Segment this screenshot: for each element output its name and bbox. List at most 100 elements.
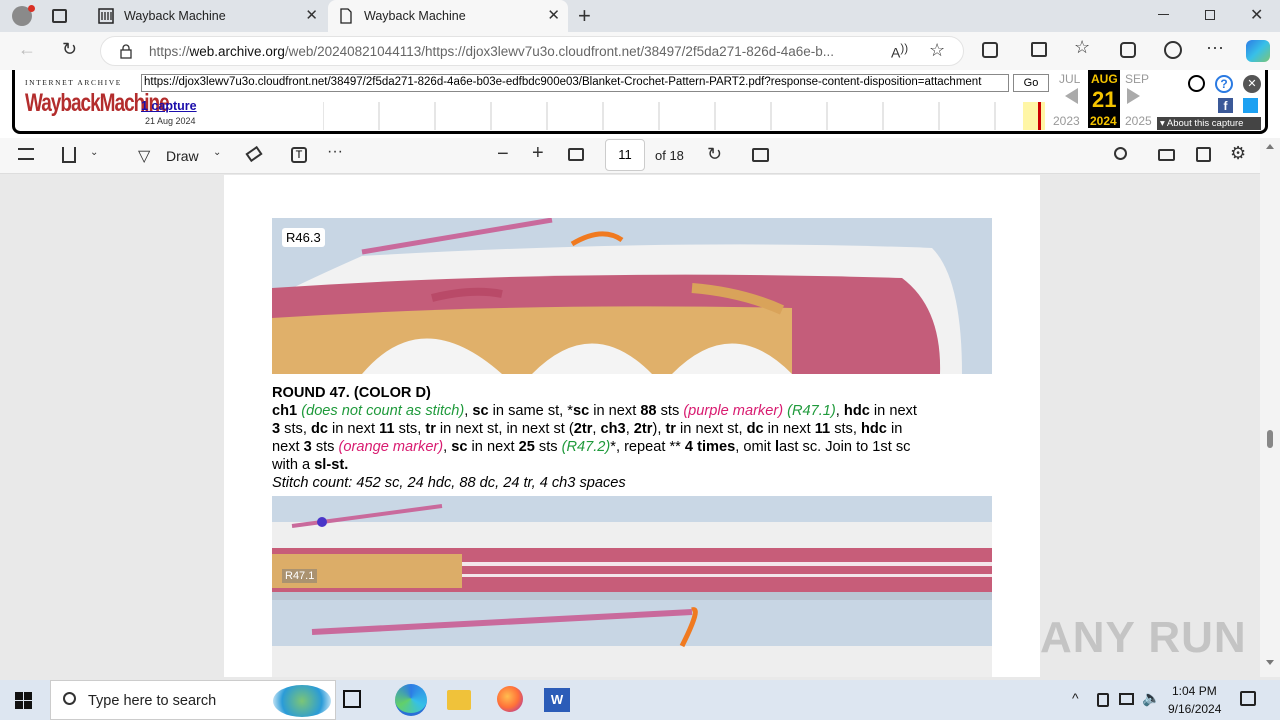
favorites-icon[interactable]: ☆ (1074, 37, 1090, 58)
file-explorer-icon[interactable] (447, 690, 471, 710)
new-tab-button[interactable]: + (578, 3, 591, 29)
prev-month[interactable]: JUL (1059, 72, 1080, 86)
photo-label: R47.1 (282, 569, 318, 583)
highlight-dropdown-icon[interactable]: ⌄ (90, 147, 98, 158)
clock-date[interactable]: 9/16/2024 (1168, 702, 1221, 716)
page-number-input[interactable]: 11 (605, 139, 645, 171)
taskbar-search[interactable]: Type here to search (50, 680, 336, 720)
draw-dropdown-icon[interactable]: ⌄ (213, 147, 221, 158)
user-icon[interactable] (1188, 75, 1205, 92)
prev-arrow-icon[interactable] (1065, 88, 1078, 104)
crochet-photo-r46-3: R46.3 (272, 218, 992, 374)
word-icon[interactable]: W (544, 688, 570, 712)
current-year: 2024 (1090, 114, 1117, 128)
photo-label: R46.3 (282, 228, 325, 247)
firefox-icon[interactable] (497, 686, 523, 712)
prev-year[interactable]: 2023 (1053, 114, 1080, 128)
instruction-line-4: with a sl-st. (272, 457, 349, 473)
search-icon (63, 692, 76, 705)
more-menu-icon[interactable]: ··· (1206, 37, 1224, 58)
print-icon[interactable] (1158, 149, 1175, 161)
draw-icon[interactable]: ▽ (138, 146, 150, 166)
pdf-toolbar: ⌄ ▽ Draw ⌄ T ··· − + 11 of 18 ↻ ⚙ (0, 138, 1280, 174)
url-text: https://web.archive.org/web/202408210441… (149, 44, 835, 59)
next-arrow-icon[interactable] (1127, 88, 1140, 104)
captures-link[interactable]: 1 capture (141, 99, 197, 113)
zoom-in-button[interactable]: + (532, 142, 544, 165)
zoom-out-button[interactable]: − (497, 143, 509, 166)
help-icon[interactable]: ? (1215, 75, 1233, 93)
anyrun-watermark: ANY RUN (1040, 613, 1247, 662)
capture-sparkline[interactable] (323, 102, 1053, 130)
search-placeholder: Type here to search (88, 693, 217, 709)
scroll-down-icon[interactable] (1266, 660, 1274, 665)
split-screen-icon[interactable] (1031, 42, 1047, 57)
notification-icon[interactable] (1240, 691, 1256, 706)
tray-chevron-icon[interactable]: ^ (1072, 690, 1079, 706)
contents-icon[interactable] (18, 148, 34, 160)
fit-page-icon[interactable] (568, 148, 584, 161)
about-capture-button[interactable]: ▾ About this capture (1157, 117, 1261, 130)
capture-date: 21 Aug 2024 (145, 116, 196, 126)
settings-gear-icon[interactable]: ⚙ (1230, 143, 1246, 164)
wayback-logo[interactable]: INTERNET ARCHIVE WaybackMachine (25, 78, 170, 126)
eraser-icon[interactable] (245, 145, 263, 163)
search-highlight-icon (273, 685, 331, 717)
tab-close-icon[interactable]: ✕ (305, 6, 318, 24)
wayback-toolbar: INTERNET ARCHIVE WaybackMachine https://… (0, 70, 1280, 138)
scroll-thumb[interactable] (1267, 430, 1273, 448)
scroll-up-icon[interactable] (1266, 144, 1274, 149)
clock-time[interactable]: 1:04 PM (1172, 684, 1217, 698)
network-icon[interactable] (1119, 693, 1134, 705)
read-aloud-icon[interactable]: A)) (891, 42, 908, 61)
page-total: of 18 (655, 148, 684, 163)
tray-usb-icon[interactable] (1097, 693, 1109, 707)
pdf-viewer[interactable]: R46.3 ROUND 47. (COLOR D) ch1 (does not … (0, 175, 1260, 677)
url-bar[interactable]: https://web.archive.org/web/202408210441… (100, 36, 964, 66)
instruction-line-2: 3 sts, dc in next 11 sts, tr in next st,… (272, 421, 903, 437)
tab-actions-icon[interactable] (52, 9, 67, 23)
close-window-button[interactable]: ✕ (1250, 5, 1263, 25)
edge-icon[interactable] (395, 684, 427, 716)
back-button[interactable]: ← (18, 39, 36, 60)
next-year[interactable]: 2025 (1125, 114, 1152, 128)
search-pdf-icon[interactable] (1114, 147, 1127, 160)
current-month: AUG (1091, 72, 1118, 86)
collections-icon[interactable] (1120, 42, 1136, 58)
address-bar: ← ↻ https://web.archive.org/web/20240821… (0, 32, 1280, 70)
rotate-icon[interactable]: ↻ (707, 144, 722, 165)
restore-button[interactable] (1205, 10, 1215, 20)
task-view-icon[interactable] (343, 690, 361, 708)
minimize-button[interactable] (1158, 14, 1169, 15)
performance-icon[interactable] (1164, 41, 1182, 59)
favorite-star-icon[interactable]: ☆ (929, 40, 945, 61)
highlight-icon[interactable] (62, 147, 76, 163)
tab-title: Wayback Machine (124, 9, 226, 23)
tab-wayback-1[interactable]: Wayback Machine ✕ (88, 0, 326, 32)
text-box-icon[interactable]: T (291, 147, 307, 163)
more-tools-icon[interactable]: ··· (327, 143, 343, 161)
draw-button[interactable]: Draw (166, 148, 199, 164)
close-wayback-icon[interactable]: ✕ (1243, 75, 1261, 93)
wayback-url-input[interactable]: https://djox3lewv7u3o.cloudfront.net/384… (141, 74, 1009, 92)
windows-start-icon[interactable] (15, 692, 32, 709)
tab-bar: Wayback Machine ✕ Wayback Machine ✕ + ✕ (0, 0, 1280, 32)
instruction-line-3: next 3 sts (orange marker), sc in next 2… (272, 439, 911, 455)
volume-icon[interactable]: 🔈 (1142, 689, 1161, 707)
vertical-scrollbar[interactable] (1260, 138, 1280, 677)
save-icon[interactable] (1196, 147, 1211, 162)
twitter-icon[interactable] (1243, 98, 1258, 113)
go-button[interactable]: Go (1013, 74, 1049, 92)
crochet-photo-r47-1: R47.1 (272, 496, 992, 677)
next-month[interactable]: SEP (1125, 72, 1149, 86)
tab-wayback-2[interactable]: Wayback Machine ✕ (328, 0, 568, 32)
extensions-icon[interactable] (982, 42, 998, 58)
refresh-button[interactable]: ↻ (62, 39, 77, 60)
tab-close-icon[interactable]: ✕ (547, 6, 560, 24)
pdf-page: R46.3 ROUND 47. (COLOR D) ch1 (does not … (224, 175, 1040, 677)
archive-icon (98, 8, 114, 24)
facebook-icon[interactable]: f (1218, 98, 1233, 113)
instruction-line-1: ch1 (does not count as stitch), sc in sa… (272, 403, 917, 419)
page-view-icon[interactable] (752, 148, 769, 162)
copilot-icon[interactable] (1246, 40, 1270, 62)
